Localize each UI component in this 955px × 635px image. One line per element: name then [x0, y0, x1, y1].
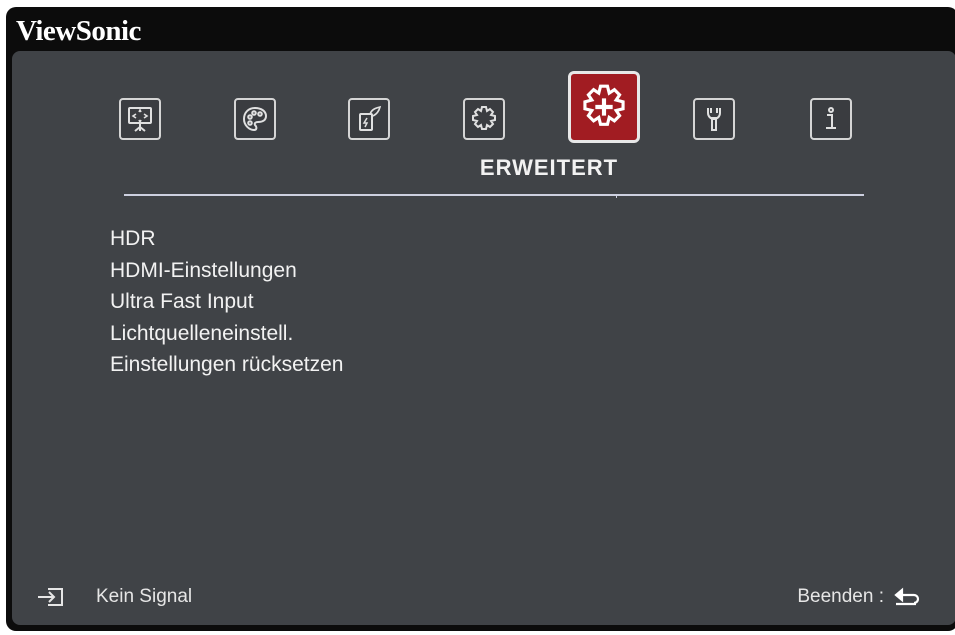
- advanced-gear-plus-icon: [583, 84, 625, 126]
- tab-system[interactable]: [693, 98, 735, 140]
- tab-power[interactable]: [348, 98, 390, 140]
- power-management-icon: [359, 105, 382, 131]
- exit-label: Beenden :: [797, 586, 884, 607]
- menu-item-hdmi-settings[interactable]: HDMI-Einstellungen: [110, 255, 343, 287]
- palette-icon: [242, 106, 268, 132]
- menu-item-light-source-settings[interactable]: Lichtquelleneinstell.: [110, 318, 343, 350]
- return-arrow-icon: [894, 587, 920, 606]
- brand-logo: ViewSonic: [16, 15, 141, 47]
- tab-picture[interactable]: [234, 98, 276, 140]
- tab-advanced[interactable]: [568, 71, 640, 143]
- projector-screen-icon: [128, 107, 152, 132]
- input-source-icon: [38, 588, 63, 606]
- section-title: ERWEITERT: [479, 155, 619, 180]
- menu-item-ultra-fast-input[interactable]: Ultra Fast Input: [110, 286, 343, 318]
- menu-panel: ERWEITERT HDR HDMI-Einstellungen Ultra F…: [12, 51, 955, 625]
- menu-item-hdr[interactable]: HDR: [110, 223, 343, 255]
- divider-tick: [616, 194, 617, 198]
- tab-display[interactable]: [119, 98, 161, 140]
- title-divider: [124, 194, 864, 196]
- basic-gear-icon: [472, 106, 496, 130]
- info-icon: [826, 107, 836, 129]
- wrench-icon: [707, 108, 721, 131]
- tab-basic[interactable]: [463, 98, 505, 140]
- osd-window: ViewSonic ERWEITERT HDR HDMI-Einstellung…: [6, 7, 955, 631]
- signal-status: Kein Signal: [36, 586, 192, 608]
- menu-item-reset-settings[interactable]: Einstellungen rücksetzen: [110, 349, 343, 381]
- signal-status-text: Kein Signal: [96, 586, 193, 607]
- menu-list: HDR HDMI-Einstellungen Ultra Fast Input …: [110, 223, 343, 381]
- tab-bar: [12, 51, 955, 171]
- exit-hint[interactable]: Beenden :: [797, 586, 922, 608]
- tab-information[interactable]: [810, 98, 852, 140]
